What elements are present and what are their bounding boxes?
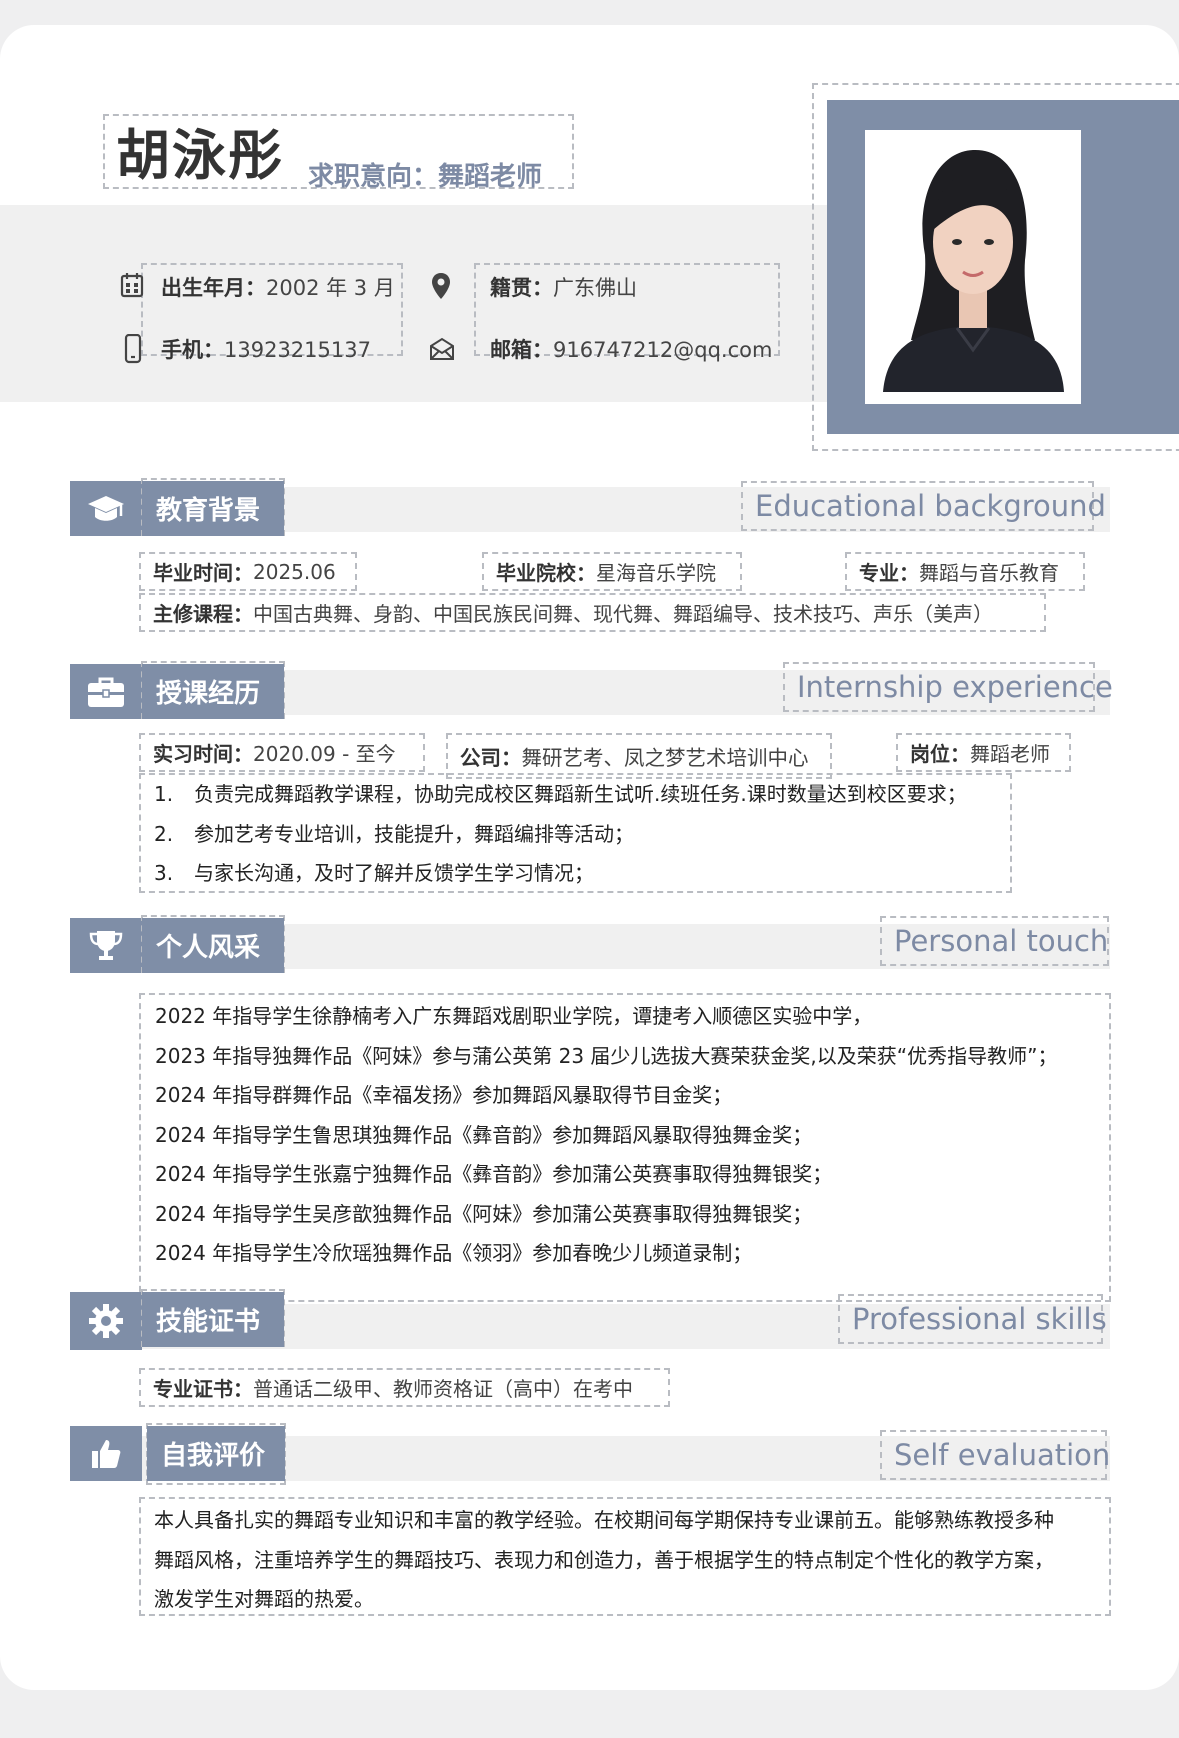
education-title: 教育背景 (142, 481, 284, 536)
list-item: 1. 负责完成舞蹈教学课程，协助完成校区舞蹈新生试听.续班任务.课时数量达到校区要… (154, 782, 967, 806)
mail-icon (430, 337, 454, 360)
list-item: 2024 年指导学生冷欣瑶独舞作品《领羽》参加春晚少儿频道录制； (155, 1241, 753, 1265)
gear-icon (89, 1304, 123, 1338)
portrait-photo (865, 130, 1081, 404)
self-eval-icon-box (70, 1426, 142, 1481)
skills-icon-box (70, 1292, 142, 1350)
cert-field: 专业证书： 普通话二级甲、教师资格证（高中）在考中 (139, 1368, 670, 1407)
phone-icon (124, 334, 142, 364)
self-eval-text: 本人具备扎实的舞蹈专业知识和丰富的教学经验。在校期间每学期保持专业课前五。能够熟… (154, 1501, 1054, 1620)
skills-title-en: Professional skills (838, 1294, 1107, 1344)
self-eval-line: 舞蹈风格，注重培养学生的舞蹈技巧、表现力和创造力，善于根据学生的特点制定个性化的… (154, 1547, 1054, 1572)
location-pin-icon (432, 273, 450, 299)
experience-title-en: Internship experience (783, 662, 1113, 712)
graduation-cap-icon (88, 495, 124, 521)
list-item: 2024 年指导学生吴彦歆独舞作品《阿妹》参加蒲公英赛事取得独舞银奖； (155, 1201, 813, 1226)
self-eval-title-en: Self evaluation (880, 1430, 1110, 1480)
candidate-name: 胡泳彤 (116, 124, 284, 187)
grad-time-field: 毕业时间： 2025.06 (139, 552, 357, 591)
experience-title: 授课经历 (142, 664, 284, 719)
list-item: 2. 参加艺考专业培训，技能提升，舞蹈编排等活动； (154, 821, 634, 846)
phone-field: 手机：13923215137 (161, 338, 371, 362)
education-title-en: Educational background (741, 481, 1106, 531)
thumbs-up-icon (92, 1439, 121, 1468)
email-field: 邮箱：916747212@qq.com (490, 338, 773, 362)
birth-field: 出生年月：2002 年 3 月 (161, 276, 395, 300)
personal-title: 个人风采 (142, 918, 284, 973)
list-item: 2022 年指导学生徐静楠考入广东舞蹈戏剧职业学院，谭捷考入顺德区实验中学， (155, 1004, 873, 1028)
personal-title-en: Personal touch (880, 916, 1109, 966)
school-field: 毕业院校： 星海音乐学院 (482, 552, 742, 591)
list-item: 3. 与家长沟通，及时了解并反馈学生学习情况； (154, 861, 594, 885)
self-eval-title: 自我评价 (147, 1426, 285, 1481)
skills-title: 技能证书 (142, 1292, 284, 1347)
resume-page: 胡泳彤 求职意向：舞蹈老师 出生年月：2002 年 3 月 籍贯：广东佛山 手机… (0, 25, 1179, 1690)
list-item: 2024 年指导学生张嘉宁独舞作品《彝音韵》参加蒲公英赛事取得独舞银奖； (155, 1162, 833, 1186)
list-item: 2024 年指导群舞作品《幸福发扬》参加舞蹈风暴取得节目金奖； (155, 1083, 733, 1107)
self-eval-line: 本人具备扎实的舞蹈专业知识和丰富的教学经验。在校期间每学期保持专业课前五。能够熟… (154, 1508, 1054, 1532)
education-icon-box (70, 481, 142, 536)
calendar-icon (120, 273, 144, 298)
native-field: 籍贯：广东佛山 (490, 276, 637, 300)
personal-icon-box (70, 918, 142, 973)
photo-card (865, 130, 1081, 404)
job-intent: 求职意向：舞蹈老师 (308, 162, 543, 192)
self-eval-line: 激发学生对舞蹈的热爱。 (154, 1587, 374, 1611)
trophy-icon (89, 930, 123, 960)
courses-field: 主修课程： 中国古典舞、身韵、中国民族民间舞、现代舞、舞蹈编导、技术技巧、声乐（美… (139, 593, 1046, 632)
duties-list: 1. 负责完成舞蹈教学课程，协助完成校区舞蹈新生试听.续班任务.课时数量达到校区要… (154, 775, 967, 894)
list-item: 2024 年指导学生鲁思琪独舞作品《彝音韵》参加舞蹈风暴取得独舞金奖； (155, 1122, 813, 1147)
briefcase-icon (88, 677, 124, 707)
experience-icon-box (70, 664, 142, 719)
list-item: 2023 年指导独舞作品《阿妹》参与蒲公英第 23 届少儿选拔大赛荣获金奖,以及… (155, 1043, 1058, 1068)
major-field: 专业： 舞蹈与音乐教育 (845, 552, 1085, 591)
intern-time-field: 实习时间： 2020.09 - 至今 (139, 733, 425, 772)
personal-list: 2022 年指导学生徐静楠考入广东舞蹈戏剧职业学院，谭捷考入顺德区实验中学， 2… (155, 997, 1058, 1274)
post-field: 岗位： 舞蹈老师 (896, 733, 1071, 772)
